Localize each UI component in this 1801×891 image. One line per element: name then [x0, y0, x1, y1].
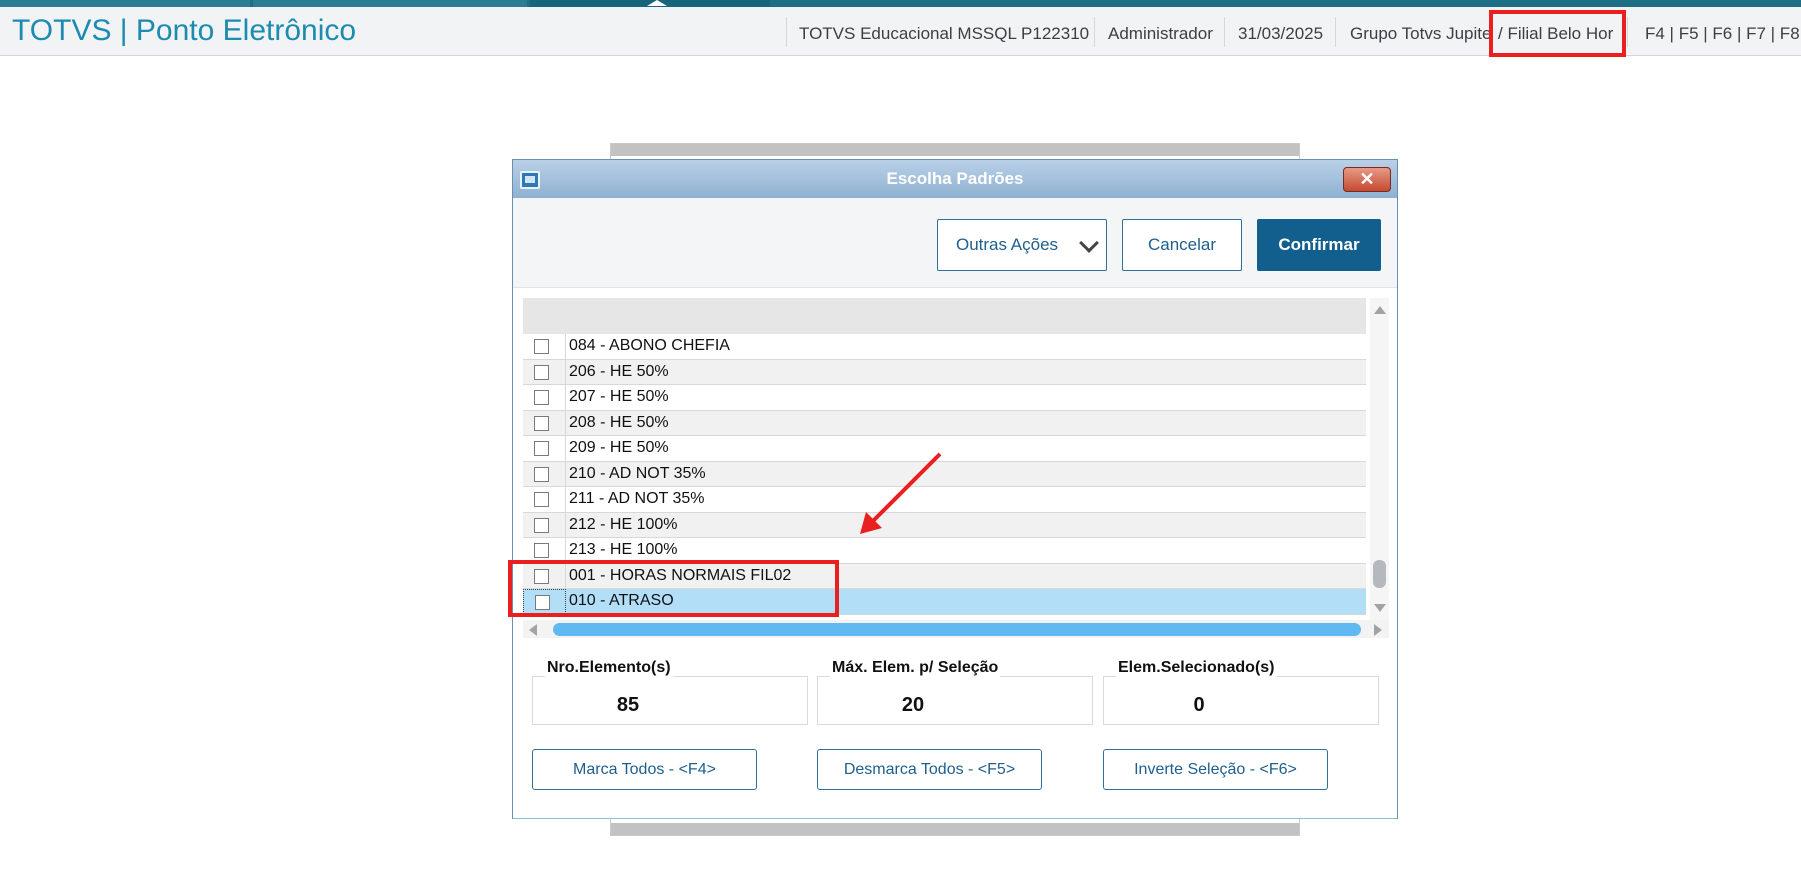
- arrow-shaft: [870, 452, 942, 524]
- annotation-arrow: [860, 452, 942, 534]
